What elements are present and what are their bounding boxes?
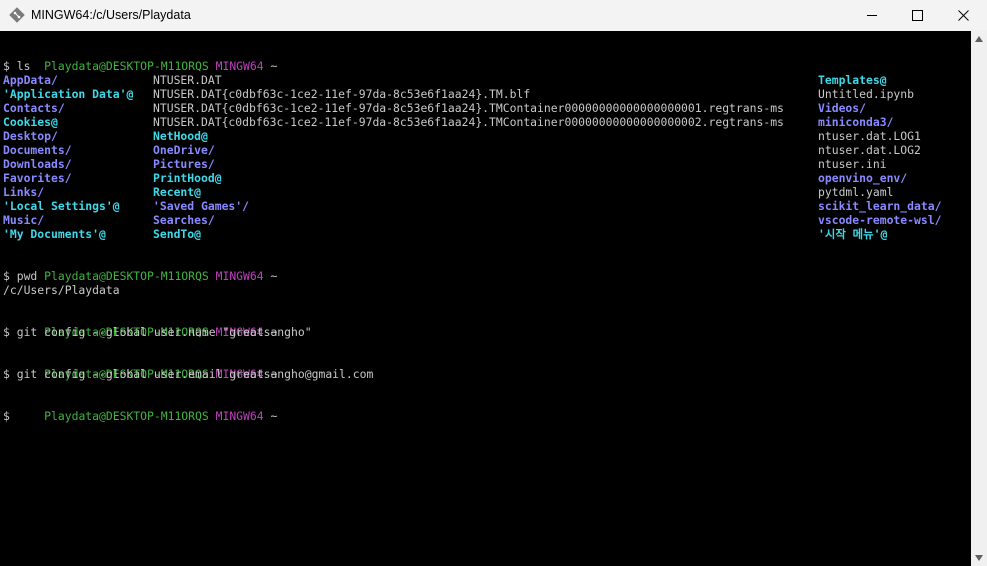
ls-symlink: 'Local Settings'@ (3, 199, 120, 213)
ls-directory: openvino_env/ (818, 171, 908, 185)
prompt-shell: MINGW64 (215, 59, 264, 73)
ls-file: pytdml.yaml (818, 185, 894, 199)
ls-file: ntuser.dat.LOG1 (818, 129, 921, 143)
prompt-shell: MINGW64 (215, 269, 264, 283)
terminal-window: MINGW64:/c/Users/Playdata Playdata@DESKT… (0, 0, 987, 566)
scroll-down-button[interactable] (971, 550, 987, 566)
terminal-output[interactable]: Playdata@DESKTOP-M11ORQS MINGW64 ~ $ ls … (0, 31, 971, 566)
ls-directory: OneDrive/ (153, 143, 215, 157)
window-title: MINGW64:/c/Users/Playdata (31, 8, 191, 22)
maximize-icon (912, 10, 923, 21)
ls-file: ntuser.ini (818, 157, 887, 171)
input-prompt[interactable]: $ (3, 409, 10, 423)
git-bash-icon (9, 7, 25, 23)
prompt-user: Playdata@DESKTOP-M11ORQS (44, 269, 209, 283)
close-icon (958, 10, 969, 21)
vertical-scrollbar[interactable] (971, 31, 987, 566)
ls-file: NTUSER.DAT (153, 73, 222, 87)
ls-row: 'Local Settings'@ 'Saved Games'/ scikit_le… (0, 199, 971, 213)
ls-file: Untitled.ipynb (818, 87, 915, 101)
ls-directory: Links/ (3, 185, 45, 199)
ls-file: ntuser.dat.LOG2 (818, 143, 921, 157)
command-line: $ git config --global user.name "greatsa… (3, 325, 312, 339)
prompt-line: Playdata@DESKTOP-M11ORQS MINGW64 ~ (3, 395, 277, 423)
ls-directory: miniconda3/ (818, 115, 894, 129)
prompt-path: ~ (270, 409, 278, 423)
close-button[interactable] (940, 0, 986, 31)
ls-row: AppData/NTUSER.DAT Templates@ (0, 73, 971, 87)
ls-file: NTUSER.DAT{c0dbf63c-1ce2-11ef-97da-8c53e… (153, 87, 531, 101)
command-line: $ ls (3, 59, 31, 73)
ls-directory: Desktop/ (3, 129, 58, 143)
ls-symlink: 'My Documents'@ (3, 227, 106, 241)
ls-row: Music/Searches/vscode-remote-wsl/ (0, 213, 971, 227)
prompt-line: Playdata@DESKTOP-M11ORQS MINGW64 ~ (3, 255, 277, 283)
ls-row: Documents/OneDrive/ntuser.dat.LOG2 (0, 143, 971, 157)
ls-row: 'Application Data'@ NTUSER.DAT{c0dbf63c-1… (0, 87, 971, 101)
command-line: $ git config --global user.email greatsa… (3, 367, 374, 381)
minimize-icon (867, 15, 877, 16)
chevron-up-icon (975, 36, 983, 42)
ls-row: Desktop/NetHood@ ntuser.dat.LOG1 (0, 129, 971, 143)
ls-row: Contacts/NTUSER.DAT{c0dbf63c-1ce2-11ef-9… (0, 101, 971, 115)
prompt-path: ~ (270, 269, 278, 283)
ls-directory: Searches/ (153, 213, 215, 227)
ls-directory: Favorites/ (3, 171, 72, 185)
ls-row: Cookies@ NTUSER.DAT{c0dbf63c-1ce2-11ef-97… (0, 115, 971, 129)
ls-directory: 'Saved Games'/ (153, 199, 250, 213)
ls-directory: AppData/ (3, 73, 58, 87)
ls-symlink: PrintHood@ (153, 171, 222, 185)
command-line: $ pwd (3, 269, 38, 283)
scroll-up-button[interactable] (971, 31, 987, 47)
chevron-down-icon (975, 555, 983, 561)
ls-directory: vscode-remote-wsl/ (818, 213, 942, 227)
ls-file: NTUSER.DAT{c0dbf63c-1ce2-11ef-97da-8c53e… (153, 101, 784, 115)
prompt-line: Playdata@DESKTOP-M11ORQS MINGW64 ~ (3, 311, 277, 339)
ls-row: Downloads/Pictures/ntuser.ini (0, 157, 971, 171)
prompt-path: ~ (270, 59, 278, 73)
ls-directory: Contacts/ (3, 101, 65, 115)
ls-symlink: SendTo@ (153, 227, 202, 241)
prompt-user: Playdata@DESKTOP-M11ORQS (44, 59, 209, 73)
ls-symlink: NetHood@ (153, 129, 208, 143)
ls-symlink: '시작 메뉴'@ (818, 227, 888, 241)
ls-directory: Pictures/ (153, 157, 215, 171)
ls-row: 'My Documents'@ SendTo@ '시작 메뉴'@ (0, 227, 971, 241)
ls-symlink: 'Application Data'@ (3, 87, 134, 101)
ls-directory: Documents/ (3, 143, 72, 157)
ls-row: Favorites/PrintHood@ openvino_env/ (0, 171, 971, 185)
title-bar[interactable]: MINGW64:/c/Users/Playdata (0, 0, 987, 31)
ls-symlink: Recent@ (153, 185, 202, 199)
prompt-shell: MINGW64 (215, 409, 264, 423)
ls-file: NTUSER.DAT{c0dbf63c-1ce2-11ef-97da-8c53e… (153, 115, 784, 129)
ls-symlink: Templates@ (818, 73, 887, 87)
ls-directory: Music/ (3, 213, 45, 227)
ls-directory: Downloads/ (3, 157, 72, 171)
ls-row: Links/Recent@ pytdml.yaml (0, 185, 971, 199)
minimize-button[interactable] (849, 0, 895, 31)
prompt-user: Playdata@DESKTOP-M11ORQS (44, 409, 209, 423)
command-output: /c/Users/Playdata (3, 283, 120, 297)
maximize-button[interactable] (894, 0, 940, 31)
prompt-line: Playdata@DESKTOP-M11ORQS MINGW64 ~ (3, 353, 277, 381)
prompt-line: Playdata@DESKTOP-M11ORQS MINGW64 ~ (3, 45, 277, 73)
ls-directory: Videos/ (818, 101, 867, 115)
ls-directory: scikit_learn_data/ (818, 199, 942, 213)
ls-symlink: Cookies@ (3, 115, 58, 129)
